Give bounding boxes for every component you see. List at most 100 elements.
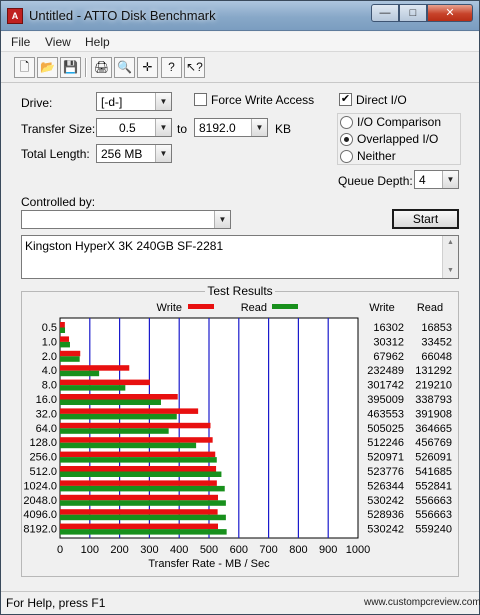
read-value: 556663 xyxy=(415,495,452,507)
category-label: 0.5 xyxy=(42,322,57,334)
read-bar xyxy=(60,413,177,420)
transfer-to-select[interactable]: 8192.0 ▼ xyxy=(194,118,268,137)
drive-select[interactable]: [-d-] ▼ xyxy=(96,92,172,111)
overlapped-io-radio[interactable] xyxy=(340,133,353,146)
chevron-down-icon[interactable]: ▼ xyxy=(155,119,171,136)
menu-help[interactable]: Help xyxy=(85,35,110,49)
scroll-down-icon[interactable]: ▼ xyxy=(443,264,458,278)
overlapped-io-label: Overlapped I/O xyxy=(357,132,439,146)
direct-io-label: Direct I/O xyxy=(356,93,407,107)
legend-read-label: Read xyxy=(241,302,267,314)
read-value: 33452 xyxy=(421,336,452,348)
read-bar xyxy=(60,356,80,362)
write-value: 520971 xyxy=(367,452,404,464)
write-bar xyxy=(60,523,219,530)
write-value: 67962 xyxy=(373,351,404,363)
read-value: 364665 xyxy=(415,423,452,435)
print-preview-icon[interactable]: 🔍 xyxy=(114,57,135,78)
maximize-button[interactable]: □ xyxy=(399,4,427,22)
read-bar xyxy=(60,399,161,405)
read-value: 338793 xyxy=(415,394,452,406)
toolbar-separator xyxy=(85,58,87,77)
close-button[interactable]: ✕ xyxy=(427,4,473,22)
queue-depth-value: 4 xyxy=(419,173,426,187)
write-value: 16302 xyxy=(373,322,404,334)
atto-app-icon[interactable]: A xyxy=(7,8,23,24)
help-icon[interactable]: ? xyxy=(161,57,182,78)
description-textarea[interactable]: Kingston HyperX 3K 240GB SF-2281 ▲ ▼ xyxy=(21,235,459,279)
read-bar xyxy=(60,385,126,391)
category-label: 32.0 xyxy=(36,408,57,420)
write-value: 523776 xyxy=(367,466,404,478)
chevron-down-icon[interactable]: ▼ xyxy=(155,145,171,162)
transfer-from-value: 0.5 xyxy=(119,121,136,135)
menu-view[interactable]: View xyxy=(45,35,71,49)
toolbar: 🗋 📂 💾 🖨 🔍 ✛ ? ↖? xyxy=(1,53,479,83)
chevron-down-icon[interactable]: ▼ xyxy=(214,211,230,228)
scroll-up-icon[interactable]: ▲ xyxy=(443,236,458,250)
test-results-panel: Test Results 0 100 200 300 400 500 600 700 800 90… xyxy=(21,284,459,577)
menu-file[interactable]: File xyxy=(11,35,30,49)
read-bar xyxy=(60,341,70,348)
read-value: 131292 xyxy=(415,365,452,377)
print-icon[interactable]: 🖨 xyxy=(91,57,112,78)
write-value: 395009 xyxy=(367,394,404,406)
status-bar: For Help, press F1 www.custompcreview.co… xyxy=(1,591,480,614)
description-scrollbar[interactable]: ▲ ▼ xyxy=(442,236,458,278)
window-title: Untitled - ATTO Disk Benchmark xyxy=(29,8,216,23)
watermark-text: www.custompcreview.com xyxy=(364,597,480,608)
menu-bar: File View Help xyxy=(1,32,479,52)
new-file-icon[interactable]: 🗋 xyxy=(14,57,35,78)
open-folder-icon[interactable]: 📂 xyxy=(37,57,58,78)
write-bar xyxy=(60,408,199,414)
write-value: 530242 xyxy=(367,495,404,507)
minimize-button[interactable]: — xyxy=(371,4,399,22)
write-value: 528936 xyxy=(367,509,404,521)
category-label: 4.0 xyxy=(42,365,57,377)
read-bar xyxy=(60,485,225,492)
neither-label: Neither xyxy=(357,149,396,163)
context-help-icon[interactable]: ↖? xyxy=(184,57,205,78)
read-bar xyxy=(60,500,226,506)
category-label: 4096.0 xyxy=(23,509,57,521)
move-icon[interactable]: ✛ xyxy=(137,57,158,78)
direct-io-checkbox[interactable]: ✔ xyxy=(339,93,352,106)
write-bar xyxy=(60,365,130,371)
queue-depth-label: Queue Depth: xyxy=(338,174,413,188)
io-comparison-radio[interactable] xyxy=(340,116,353,129)
x-tick-label: 500 xyxy=(200,544,218,556)
write-value: 526344 xyxy=(367,480,404,492)
write-value: 301742 xyxy=(367,380,404,392)
read-bar xyxy=(60,457,217,463)
category-label: 512.0 xyxy=(29,466,57,478)
category-label: 16.0 xyxy=(36,394,57,406)
controlled-by-select[interactable]: ▼ xyxy=(21,210,231,229)
title-bar[interactable]: A Untitled - ATTO Disk Benchmark — □ ✕ xyxy=(1,1,479,31)
chevron-down-icon[interactable]: ▼ xyxy=(442,171,458,188)
write-bar xyxy=(60,394,178,400)
write-bar xyxy=(60,466,217,472)
neither-radio[interactable] xyxy=(340,150,353,163)
category-label: 2.0 xyxy=(42,351,57,363)
category-label: 8192.0 xyxy=(23,524,57,536)
category-label: 128.0 xyxy=(29,437,57,449)
read-value: 391908 xyxy=(415,408,452,420)
chevron-down-icon[interactable]: ▼ xyxy=(155,93,171,110)
force-write-checkbox[interactable] xyxy=(194,93,207,106)
legend-write-label: Write xyxy=(157,302,182,314)
category-label: 1.0 xyxy=(42,336,57,348)
save-icon[interactable]: 💾 xyxy=(60,57,81,78)
start-button[interactable]: Start xyxy=(392,209,459,229)
total-length-select[interactable]: 256 MB ▼ xyxy=(96,144,172,163)
read-column-header: Read xyxy=(417,302,443,314)
read-value: 219210 xyxy=(415,380,452,392)
write-bar xyxy=(60,350,81,357)
write-column-header: Write xyxy=(369,302,394,314)
write-value: 232489 xyxy=(367,365,404,377)
write-value: 505025 xyxy=(367,423,404,435)
queue-depth-select[interactable]: 4 ▼ xyxy=(414,170,459,189)
transfer-from-select[interactable]: 0.5 ▼ xyxy=(96,118,172,137)
chevron-down-icon[interactable]: ▼ xyxy=(251,119,267,136)
x-tick-label: 800 xyxy=(289,544,307,556)
transfer-size-label: Transfer Size: xyxy=(21,122,96,136)
